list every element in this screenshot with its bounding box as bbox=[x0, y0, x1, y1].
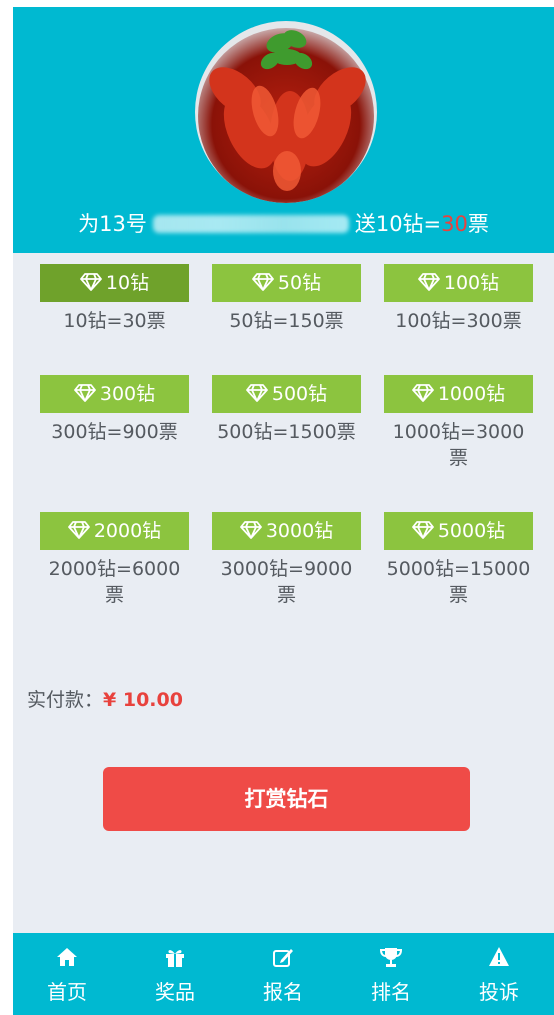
option-button-50[interactable]: 50钻 bbox=[212, 264, 361, 302]
contestant-name-blurred bbox=[152, 215, 349, 233]
header-banner: 为13号 送10钻=30票 bbox=[13, 7, 554, 253]
option-button-3000[interactable]: 3000钻 bbox=[212, 512, 361, 550]
nav-home[interactable]: 首页 bbox=[13, 933, 121, 1015]
diamond-icon bbox=[80, 273, 102, 291]
nav-prizes[interactable]: 奖品 bbox=[121, 933, 229, 1015]
option-button-2000[interactable]: 2000钻 bbox=[40, 512, 189, 550]
nav-label: 奖品 bbox=[155, 980, 195, 1004]
diamond-icon bbox=[239, 521, 262, 539]
diamond-icon bbox=[411, 521, 434, 539]
warning-icon bbox=[489, 947, 509, 966]
option-rate: 5000钻=15000票 bbox=[386, 558, 531, 606]
bottom-nav: 首页 奖品 报名 排名 投诉 bbox=[13, 933, 554, 1015]
option-10: 10钻 10钻=30票 bbox=[40, 264, 189, 334]
crayfish-avatar bbox=[195, 21, 377, 203]
option-label: 1000钻 bbox=[437, 383, 506, 405]
option-50: 50钻 50钻=150票 bbox=[212, 264, 361, 334]
gift-rate-suffix: 票 bbox=[467, 212, 489, 236]
diamond-icon bbox=[417, 273, 440, 291]
option-rate: 3000钻=9000票 bbox=[220, 558, 353, 606]
option-label: 2000钻 bbox=[93, 520, 162, 542]
nav-label: 投诉 bbox=[479, 980, 519, 1004]
gift-votes: 30 bbox=[441, 212, 468, 236]
diamond-icon bbox=[73, 384, 96, 402]
option-rate: 300钻=900票 bbox=[51, 421, 178, 443]
nav-label: 排名 bbox=[371, 980, 411, 1004]
option-100: 100钻 100钻=300票 bbox=[384, 264, 533, 334]
edit-icon bbox=[273, 949, 293, 967]
option-button-10[interactable]: 10钻 bbox=[40, 264, 189, 302]
option-label: 3000钻 bbox=[265, 520, 334, 542]
reward-diamond-button[interactable]: 打赏钻石 bbox=[103, 767, 470, 831]
diamond-icon bbox=[67, 521, 90, 539]
nav-complaint[interactable]: 投诉 bbox=[445, 933, 553, 1015]
option-3000: 3000钻 3000钻=9000票 bbox=[212, 512, 361, 608]
nav-ranking[interactable]: 排名 bbox=[337, 933, 445, 1015]
option-500: 500钻 500钻=1500票 bbox=[212, 375, 361, 445]
option-button-300[interactable]: 300钻 bbox=[40, 375, 189, 413]
option-label: 5000钻 bbox=[437, 520, 506, 542]
gift-icon bbox=[166, 950, 184, 967]
diamond-icon bbox=[411, 384, 434, 402]
option-button-100[interactable]: 100钻 bbox=[384, 264, 533, 302]
option-rate: 10钻=30票 bbox=[63, 310, 166, 332]
payment-summary: 实付款：¥ 10.00 bbox=[27, 685, 183, 712]
option-rate: 1000钻=3000票 bbox=[392, 421, 525, 469]
nav-label: 首页 bbox=[47, 980, 87, 1004]
option-label: 10钻 bbox=[105, 272, 150, 294]
option-label: 100钻 bbox=[443, 272, 500, 294]
option-rate: 500钻=1500票 bbox=[217, 421, 356, 443]
vote-gift-screen: 为13号 送10钻=30票 10钻 10钻=30票 50钻 50钻=150票 10… bbox=[13, 7, 554, 1015]
option-rate: 50钻=150票 bbox=[229, 310, 344, 332]
nav-label: 报名 bbox=[263, 980, 303, 1004]
option-rate: 100钻=300票 bbox=[395, 310, 522, 332]
trophy-icon bbox=[380, 948, 402, 967]
diamond-icon bbox=[252, 273, 274, 291]
option-label: 50钻 bbox=[277, 272, 322, 294]
option-button-1000[interactable]: 1000钻 bbox=[384, 375, 533, 413]
option-rate: 2000钻=6000票 bbox=[48, 558, 181, 606]
option-300: 300钻 300钻=900票 bbox=[40, 375, 189, 445]
nav-signup[interactable]: 报名 bbox=[229, 933, 337, 1015]
option-2000: 2000钻 2000钻=6000票 bbox=[40, 512, 189, 608]
gift-summary: 为13号 送10钻=30票 bbox=[13, 210, 554, 238]
option-1000: 1000钻 1000钻=3000票 bbox=[384, 375, 533, 471]
option-5000: 5000钻 5000钻=15000票 bbox=[384, 512, 533, 608]
payment-label: 实付款： bbox=[27, 689, 104, 711]
option-button-500[interactable]: 500钻 bbox=[212, 375, 361, 413]
contestant-number: 为13号 bbox=[78, 212, 147, 236]
home-icon bbox=[57, 948, 77, 966]
payment-amount: ¥ 10.00 bbox=[103, 689, 183, 711]
gift-rate-prefix: 送10钻= bbox=[354, 212, 442, 236]
option-label: 300钻 bbox=[99, 383, 156, 405]
diamond-icon bbox=[245, 384, 268, 402]
option-label: 500钻 bbox=[271, 383, 328, 405]
option-button-5000[interactable]: 5000钻 bbox=[384, 512, 533, 550]
